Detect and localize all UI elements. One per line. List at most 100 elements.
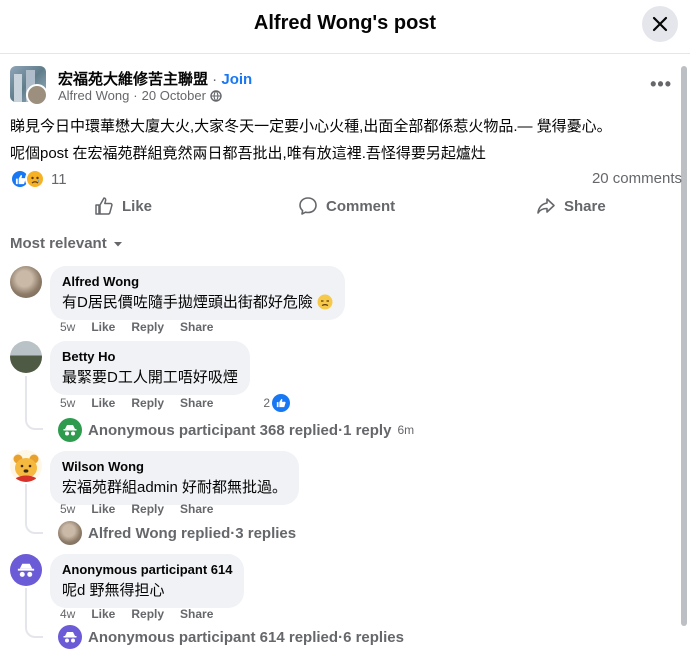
comment-actions: 5w Like Reply Share — [60, 502, 213, 516]
comment-like-button[interactable]: Like — [91, 396, 115, 410]
comment-reply-button[interactable]: Reply — [131, 320, 164, 334]
globe-icon — [210, 89, 222, 102]
comment-author[interactable]: Betty Ho — [62, 349, 238, 364]
post-date[interactable]: 20 October — [142, 88, 206, 103]
reply-time: 6m — [397, 423, 415, 437]
reactions-summary[interactable]: 11 — [10, 168, 67, 190]
like-button[interactable]: Like — [94, 196, 152, 216]
like-count-value: 2 — [263, 396, 271, 410]
comment-share-button[interactable]: Share — [180, 502, 213, 516]
like-badge-icon — [272, 394, 291, 412]
comment-bubble: Alfred Wong 有D居民價咗隨手拋煙頭出街都好危險 — [50, 266, 345, 320]
comment-author[interactable]: Alfred Wong — [62, 274, 333, 289]
comment-time[interactable]: 5w — [60, 320, 75, 334]
thumbs-up-icon — [95, 197, 113, 215]
anonymous-participant-icon — [58, 418, 82, 442]
dialog-title: Alfred Wong's post — [253, 12, 437, 34]
comment-text-row: 有D居民價咗隨手拋煙頭出街都好危險 — [62, 291, 333, 312]
sort-label: Most relevant — [10, 235, 107, 252]
author-avatar[interactable] — [26, 84, 48, 106]
join-link[interactable]: Join — [221, 71, 252, 88]
replier-name: Anonymous participant 368 replied — [88, 421, 339, 439]
share-button[interactable]: Share — [536, 196, 606, 216]
reply-count: 1 reply — [343, 421, 392, 439]
more-options-button[interactable]: ••• — [650, 74, 672, 95]
comment-share-button[interactable]: Share — [180, 396, 213, 410]
comment-like-button[interactable]: Like — [91, 502, 115, 516]
comment-share-button[interactable]: Share — [180, 320, 213, 334]
thread-line — [25, 588, 27, 624]
view-replies-link[interactable]: Anonymous participant 614 replied · 6 re… — [58, 625, 404, 649]
view-replies-link[interactable]: Alfred Wong replied · 3 replies — [58, 521, 296, 545]
share-label: Share — [564, 197, 606, 215]
reply-count: 6 replies — [343, 628, 404, 646]
scrollbar-thumb[interactable] — [681, 66, 687, 626]
group-name[interactable]: 宏福苑大維修苦主聯盟 — [58, 71, 208, 88]
comment-like-count[interactable]: 2 — [263, 394, 291, 412]
winnie-the-pooh-avatar-icon — [13, 454, 39, 482]
post-header: 宏福苑大維修苦主聯盟 · Join Alfred Wong · 20 Octob… — [10, 66, 680, 108]
share-icon — [537, 198, 555, 214]
comment-time[interactable]: 5w — [60, 502, 75, 516]
replier-avatar — [58, 521, 82, 545]
comment-actions: 5w Like Reply Share — [60, 320, 213, 334]
comment-like-button[interactable]: Like — [91, 607, 115, 621]
comment-reply-button[interactable]: Reply — [131, 607, 164, 621]
comment-text: 有D居民價咗隨手拋煙頭出街都好危險 — [62, 294, 313, 311]
join-separator: · — [208, 71, 222, 88]
anonymous-participant-icon — [58, 625, 82, 649]
anonymous-participant-icon — [17, 563, 35, 577]
comment-bubble: Betty Ho 最緊要D工人開工唔好吸煙 — [50, 341, 250, 395]
avatar[interactable] — [10, 450, 42, 482]
thread-connector — [25, 416, 43, 430]
thread-connector — [25, 624, 43, 638]
group-name-row: 宏福苑大維修苦主聯盟 · Join — [58, 68, 252, 89]
comment-icon — [299, 197, 317, 215]
thread-line — [25, 484, 27, 520]
meta-separator: · — [133, 88, 138, 103]
sad-emoji-icon — [317, 294, 333, 309]
close-icon — [652, 16, 668, 32]
sad-reaction-icon — [25, 169, 45, 189]
comment-time[interactable]: 4w — [60, 607, 75, 621]
reaction-count: 11 — [51, 170, 67, 188]
post-text-line1: 睇見今日中環華懋大廈大火,大家冬天一定要小心火種,出面全部都係惹火物品.— 覺得… — [10, 118, 612, 135]
reply-count: 3 replies — [235, 524, 297, 542]
like-label: Like — [122, 197, 153, 215]
post-author[interactable]: Alfred Wong — [58, 88, 129, 103]
comment-like-button[interactable]: Like — [91, 320, 115, 334]
comment-share-button[interactable]: Share — [180, 607, 213, 621]
thread-connector — [25, 520, 43, 534]
avatar[interactable] — [10, 266, 42, 298]
caret-down-icon — [113, 241, 122, 246]
post-text-line2: 呢個post 在宏福苑群組竟然兩日都吾批出,唯有放這裡.吾怪得要另起爐灶 — [10, 145, 486, 162]
comment-time[interactable]: 5w — [60, 396, 75, 410]
comment-reply-button[interactable]: Reply — [131, 502, 164, 516]
comment-button[interactable]: Comment — [298, 196, 395, 216]
close-button[interactable] — [642, 6, 678, 42]
view-replies-link[interactable]: Anonymous participant 368 replied · 1 re… — [58, 418, 414, 442]
comment-reply-button[interactable]: Reply — [131, 396, 164, 410]
comment-bubble: Anonymous participant 614 呢d 野無得担心 — [50, 554, 245, 608]
comment-bubble: Wilson Wong 宏福苑群組admin 好耐都無批過。 — [50, 451, 300, 505]
more-icon: ••• — [650, 74, 672, 94]
avatar[interactable] — [10, 341, 42, 373]
scrollbar[interactable] — [680, 56, 688, 646]
thread-line — [25, 376, 27, 416]
comments-count-link[interactable]: 20 comments — [592, 170, 682, 187]
comment-author[interactable]: Anonymous participant 614 — [62, 562, 232, 577]
post-dialog-header: Alfred Wong's post — [0, 0, 690, 54]
comment-label: Comment — [326, 197, 396, 215]
comment-author[interactable]: Wilson Wong — [62, 459, 287, 474]
comment-text-row: 呢d 野無得担心 — [62, 579, 232, 600]
comment-text: 呢d 野無得担心 — [62, 582, 165, 599]
post-actions-bar: Like Comment Share — [10, 196, 680, 226]
replier-name: Anonymous participant 614 replied — [88, 628, 339, 646]
comment-sort-dropdown[interactable]: Most relevant — [10, 235, 123, 252]
avatar[interactable] — [10, 554, 42, 586]
comment-text-row: 最緊要D工人開工唔好吸煙 — [62, 366, 238, 387]
comment-text: 最緊要D工人開工唔好吸煙 — [62, 369, 238, 386]
replier-name: Alfred Wong replied — [88, 524, 231, 542]
post-meta: Alfred Wong · 20 October — [58, 88, 222, 103]
comment-actions: 5w Like Reply Share 2 — [60, 394, 291, 412]
